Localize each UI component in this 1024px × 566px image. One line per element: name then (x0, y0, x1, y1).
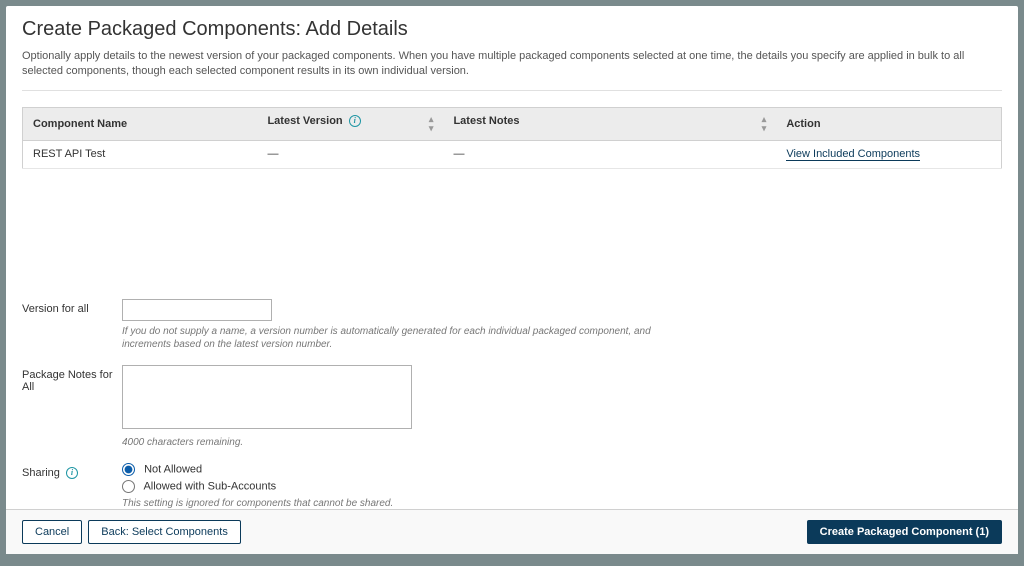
col-component-name[interactable]: Component Name (23, 107, 258, 140)
cancel-button[interactable]: Cancel (22, 520, 82, 544)
cell-latest-notes: — (443, 140, 776, 168)
form-area: Version for all If you do not supply a n… (22, 299, 1002, 509)
version-label: Version for all (22, 299, 122, 315)
version-input[interactable] (122, 299, 272, 321)
info-icon[interactable]: i (66, 467, 78, 479)
modal-dialog: Create Packaged Components: Add Details … (6, 6, 1018, 554)
col-latest-notes[interactable]: Latest Notes ▴▾ (443, 107, 776, 140)
sharing-radio-group: Not Allowed Allowed with Sub-Accounts (122, 463, 672, 493)
radio-not-allowed[interactable]: Not Allowed (122, 463, 672, 476)
content-area: Component Name Latest Version i ▴▾ Lates… (6, 99, 1018, 509)
cell-latest-version: — (257, 140, 443, 168)
sort-icon[interactable]: ▴▾ (762, 115, 767, 133)
radio-not-allowed-input[interactable] (122, 463, 135, 476)
notes-counter: 4000 characters remaining. (122, 436, 672, 449)
radio-allowed-sub-input[interactable] (122, 480, 135, 493)
view-included-components-link[interactable]: View Included Components (786, 148, 920, 161)
cell-action: View Included Components (776, 140, 1001, 168)
page-description: Optionally apply details to the newest v… (22, 49, 1002, 91)
components-table: Component Name Latest Version i ▴▾ Lates… (22, 107, 1002, 169)
info-icon[interactable]: i (349, 115, 361, 127)
sort-icon[interactable]: ▴▾ (429, 115, 434, 133)
footer: Cancel Back: Select Components Create Pa… (6, 509, 1018, 554)
version-help-text: If you do not supply a name, a version n… (122, 325, 672, 351)
create-packaged-component-button[interactable]: Create Packaged Component (1) (807, 520, 1002, 544)
back-button[interactable]: Back: Select Components (88, 520, 241, 544)
sharing-label: Sharing i (22, 463, 122, 479)
table-row: REST API Test — — View Included Componen… (23, 140, 1002, 168)
modal-header: Create Packaged Components: Add Details … (6, 6, 1018, 99)
col-latest-version[interactable]: Latest Version i ▴▾ (257, 107, 443, 140)
notes-textarea[interactable] (122, 365, 412, 429)
radio-allowed-sub[interactable]: Allowed with Sub-Accounts (122, 480, 672, 493)
cell-component-name: REST API Test (23, 140, 258, 168)
sharing-help-text: This setting is ignored for components t… (122, 497, 672, 509)
col-action: Action (776, 107, 1001, 140)
notes-label: Package Notes for All (22, 365, 122, 393)
page-title: Create Packaged Components: Add Details (22, 18, 1002, 41)
